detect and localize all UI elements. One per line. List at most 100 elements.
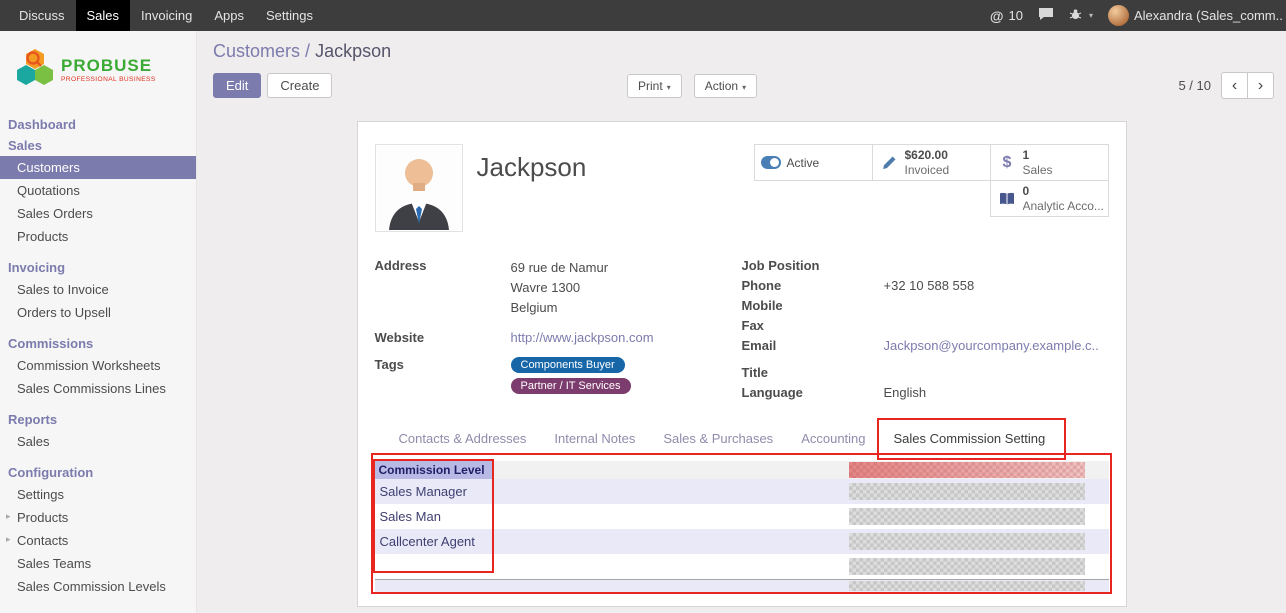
table-row[interactable]: Callcenter Agent [375,529,1109,554]
tab-sales-commission-setting-label: Sales Commission Setting [894,431,1046,446]
analytic-accounts-stat-button[interactable]: 0 Analytic Acco... [990,180,1109,217]
control-panel-buttons: Edit Create Print▾ Action▾ 5 / 10 ‹ › [213,72,1278,99]
debug-menu-button[interactable]: ▾ [1069,8,1093,24]
pager-next-button[interactable]: › [1247,72,1274,99]
edit-button[interactable]: Edit [213,73,261,98]
menu-sales[interactable]: Sales [76,0,131,31]
address-label: Address [375,258,511,318]
messages-button[interactable] [1038,7,1054,24]
nav-section-commissions: Commissions Commission Worksheets Sales … [0,333,196,400]
tags-values: Components Buyer Partner / IT Services [511,357,631,399]
active-label: Active [787,156,820,170]
action-dropdowns: Print▾ Action▾ [627,74,757,98]
menu-apps[interactable]: Apps [203,0,255,31]
address-line-1: 69 rue de Namur [511,258,609,278]
sidebar-item-sales-commission-levels[interactable]: Sales Commission Levels [0,575,196,598]
action-dropdown-button[interactable]: Action▾ [694,74,757,98]
address-line-3: Belgium [511,298,609,318]
chevron-left-icon: ‹ [1232,77,1237,95]
bug-icon [1069,8,1082,24]
dollar-icon: $ [996,154,1019,172]
sidebar-item-commission-worksheets[interactable]: Commission Worksheets [0,354,196,377]
tag-partner-it-services[interactable]: Partner / IT Services [511,378,631,394]
tab-sales-commission-setting[interactable]: Sales Commission Setting [880,423,1060,454]
probuse-logo-icon [16,47,54,92]
address-line-2: Wavre 1300 [511,278,609,298]
tab-sales-purchases[interactable]: Sales & Purchases [649,423,787,454]
toggle-on-icon [760,156,783,169]
tab-accounting[interactable]: Accounting [787,423,879,454]
email-link[interactable]: Jackpson@yourcompany.example.c.. [884,338,1099,353]
mentions-count: 10 [1009,8,1023,23]
customer-form-sheet: Jackpson Active $620.00 Invoiced [357,121,1127,607]
pencil-icon [878,155,901,170]
sidebar-item-sales-teams[interactable]: Sales Teams [0,552,196,575]
menu-settings[interactable]: Settings [255,0,324,31]
fax-field: Fax [742,318,1109,333]
sidebar-item-quotations[interactable]: Quotations [0,179,196,202]
menu-invoicing[interactable]: Invoicing [130,0,203,31]
pager-counter: 5 / 10 [1178,78,1211,93]
customer-photo [375,144,463,232]
job-position-field: Job Position [742,258,1109,273]
address-field: Address 69 rue de Namur Wavre 1300 Belgi… [375,258,742,318]
sidebar-heading-configuration[interactable]: Configuration [0,462,196,483]
menu-discuss[interactable]: Discuss [8,0,76,31]
invoiced-stat-button[interactable]: $620.00 Invoiced [872,144,991,181]
mentions-counter[interactable]: @ 10 [990,8,1023,24]
sidebar-item-config-contacts[interactable]: ▸Contacts [0,529,196,552]
app-body: PROBUSE PROFESSIONAL BUSINESS Dashboard … [0,31,1286,613]
create-button[interactable]: Create [267,73,332,98]
sidebar-heading-sales[interactable]: Sales [0,135,196,156]
sidebar-item-settings[interactable]: Settings [0,483,196,506]
left-sidebar: PROBUSE PROFESSIONAL BUSINESS Dashboard … [0,31,197,613]
sidebar-item-sales-commissions-lines[interactable]: Sales Commissions Lines [0,377,196,400]
language-field: Language English [742,385,1109,400]
sidebar-heading-dashboard[interactable]: Dashboard [0,114,196,135]
commission-level-column-header[interactable]: Commission Level [375,461,494,479]
nav-section-dashboard: Dashboard [0,114,196,135]
sidebar-item-reports-sales[interactable]: Sales [0,430,196,453]
top-navbar: Discuss Sales Invoicing Apps Settings @ … [0,0,1286,31]
sidebar-heading-commissions[interactable]: Commissions [0,333,196,354]
invoiced-value: $620.00 [905,148,950,162]
redacted-data [849,483,1085,500]
redacted-data [849,462,1085,478]
sidebar-item-sales-to-invoice[interactable]: Sales to Invoice [0,278,196,301]
website-link[interactable]: http://www.jackpson.com [511,330,654,345]
caret-down-icon: ▾ [1089,11,1093,20]
sidebar-heading-reports[interactable]: Reports [0,409,196,430]
sales-stat-button[interactable]: $ 1 Sales [990,144,1109,181]
fax-label: Fax [742,318,884,333]
caret-down-icon: ▾ [742,83,746,92]
table-row[interactable]: Sales Man [375,504,1109,529]
sidebar-item-customers[interactable]: Customers [0,156,196,179]
title-field: Title [742,365,1109,380]
sidebar-item-sales-orders[interactable]: Sales Orders [0,202,196,225]
stat-buttons: Active $620.00 Invoiced $ [751,144,1109,216]
pager-previous-button[interactable]: ‹ [1221,72,1248,99]
sidebar-item-config-products[interactable]: ▸Products [0,506,196,529]
tag-components-buyer[interactable]: Components Buyer [511,357,625,373]
print-dropdown-button[interactable]: Print▾ [627,74,682,98]
sidebar-item-orders-to-upsell[interactable]: Orders to Upsell [0,301,196,324]
invoiced-label: Invoiced [905,163,950,177]
phone-field: Phone +32 10 588 558 [742,278,1109,293]
table-row[interactable]: Sales Manager [375,479,1109,504]
logo-title: PROBUSE [61,57,156,74]
company-logo[interactable]: PROBUSE PROFESSIONAL BUSINESS [0,31,196,114]
table-row[interactable] [375,554,1109,579]
tab-internal-notes[interactable]: Internal Notes [540,423,649,454]
breadcrumb-separator: / [305,41,310,61]
user-menu[interactable]: Alexandra (Sales_comm.. [1108,5,1282,26]
sidebar-item-products[interactable]: Products [0,225,196,248]
email-label: Email [742,338,884,353]
tab-contacts-addresses[interactable]: Contacts & Addresses [385,423,541,454]
sidebar-heading-invoicing[interactable]: Invoicing [0,257,196,278]
active-toggle-button[interactable]: Active [754,144,873,181]
breadcrumb-current: Jackpson [315,41,391,61]
phone-label: Phone [742,278,884,293]
table-row[interactable] [375,580,1109,593]
form-header: Jackpson Active $620.00 Invoiced [375,144,1109,232]
breadcrumb-customers-link[interactable]: Customers [213,41,300,61]
